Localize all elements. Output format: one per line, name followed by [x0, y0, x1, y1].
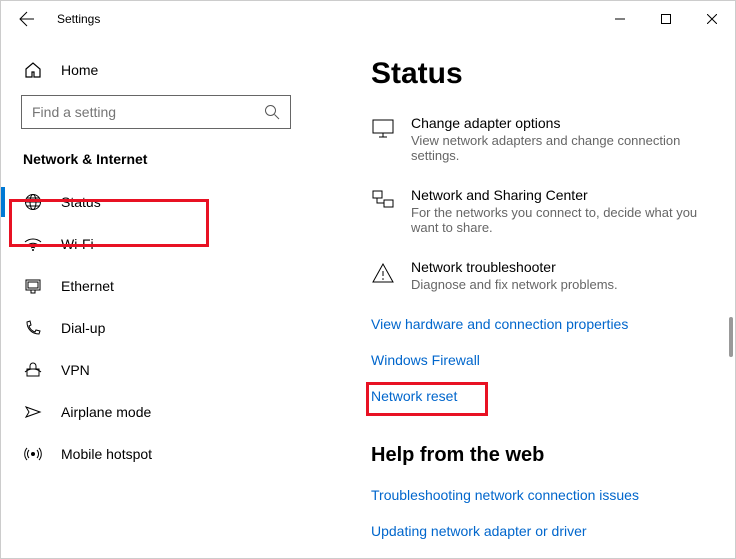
sidebar-item-vpn[interactable]: VPN — [1, 349, 311, 391]
option-desc: Diagnose and fix network problems. — [411, 277, 618, 292]
airplane-icon — [23, 402, 43, 422]
close-button[interactable] — [689, 3, 735, 35]
warning-icon — [371, 261, 395, 285]
option-title: Network troubleshooter — [411, 259, 618, 275]
main-content: Status Change adapter options View netwo… — [311, 37, 735, 558]
window-title: Settings — [57, 12, 100, 26]
home-icon — [23, 61, 43, 79]
ethernet-icon — [23, 276, 43, 296]
sidebar-item-label: Dial-up — [61, 320, 105, 336]
page-heading: Status — [371, 57, 711, 91]
help-link-updating-adapter[interactable]: Updating network adapter or driver — [371, 523, 711, 539]
network-icon — [371, 189, 395, 213]
sidebar-item-dialup[interactable]: Dial-up — [1, 307, 311, 349]
scrollbar-thumb[interactable] — [729, 317, 733, 357]
sidebar-item-wifi[interactable]: Wi-Fi — [1, 223, 311, 265]
hotspot-icon — [23, 444, 43, 464]
search-icon — [264, 104, 280, 120]
option-troubleshooter[interactable]: Network troubleshooter Diagnose and fix … — [371, 259, 711, 292]
globe-icon — [23, 192, 43, 212]
sidebar-item-airplane[interactable]: Airplane mode — [1, 391, 311, 433]
back-button[interactable] — [15, 7, 39, 31]
arrow-left-icon — [19, 11, 35, 27]
sidebar-item-label: Wi-Fi — [61, 236, 94, 252]
sidebar-item-label: Ethernet — [61, 278, 114, 294]
minimize-button[interactable] — [597, 3, 643, 35]
option-desc: For the networks you connect to, decide … — [411, 205, 711, 235]
sidebar-section-title: Network & Internet — [23, 151, 311, 167]
help-link-troubleshooting[interactable]: Troubleshooting network connection issue… — [371, 487, 711, 503]
option-sharing-center[interactable]: Network and Sharing Center For the netwo… — [371, 187, 711, 235]
sidebar-item-label: VPN — [61, 362, 90, 378]
option-title: Change adapter options — [411, 115, 711, 131]
help-heading: Help from the web — [371, 444, 711, 467]
sidebar-item-ethernet[interactable]: Ethernet — [1, 265, 311, 307]
vpn-icon — [23, 360, 43, 380]
sidebar: Home Network & Internet Status Wi-Fi Eth… — [1, 37, 311, 558]
option-desc: View network adapters and change connect… — [411, 133, 711, 163]
home-label: Home — [61, 62, 98, 78]
sidebar-item-label: Mobile hotspot — [61, 446, 152, 462]
search-box[interactable] — [21, 95, 291, 129]
option-change-adapter[interactable]: Change adapter options View network adap… — [371, 115, 711, 163]
sidebar-item-label: Airplane mode — [61, 404, 151, 420]
option-title: Network and Sharing Center — [411, 187, 711, 203]
sidebar-item-label: Status — [61, 194, 101, 210]
search-input[interactable] — [32, 104, 264, 120]
link-network-reset[interactable]: Network reset — [371, 388, 711, 404]
link-hardware-properties[interactable]: View hardware and connection properties — [371, 316, 711, 332]
home-button[interactable]: Home — [1, 53, 311, 87]
phone-icon — [23, 318, 43, 338]
wifi-icon — [23, 234, 43, 254]
monitor-icon — [371, 117, 395, 141]
sidebar-item-hotspot[interactable]: Mobile hotspot — [1, 433, 311, 475]
sidebar-item-status[interactable]: Status — [1, 181, 311, 223]
link-windows-firewall[interactable]: Windows Firewall — [371, 352, 711, 368]
maximize-button[interactable] — [643, 3, 689, 35]
